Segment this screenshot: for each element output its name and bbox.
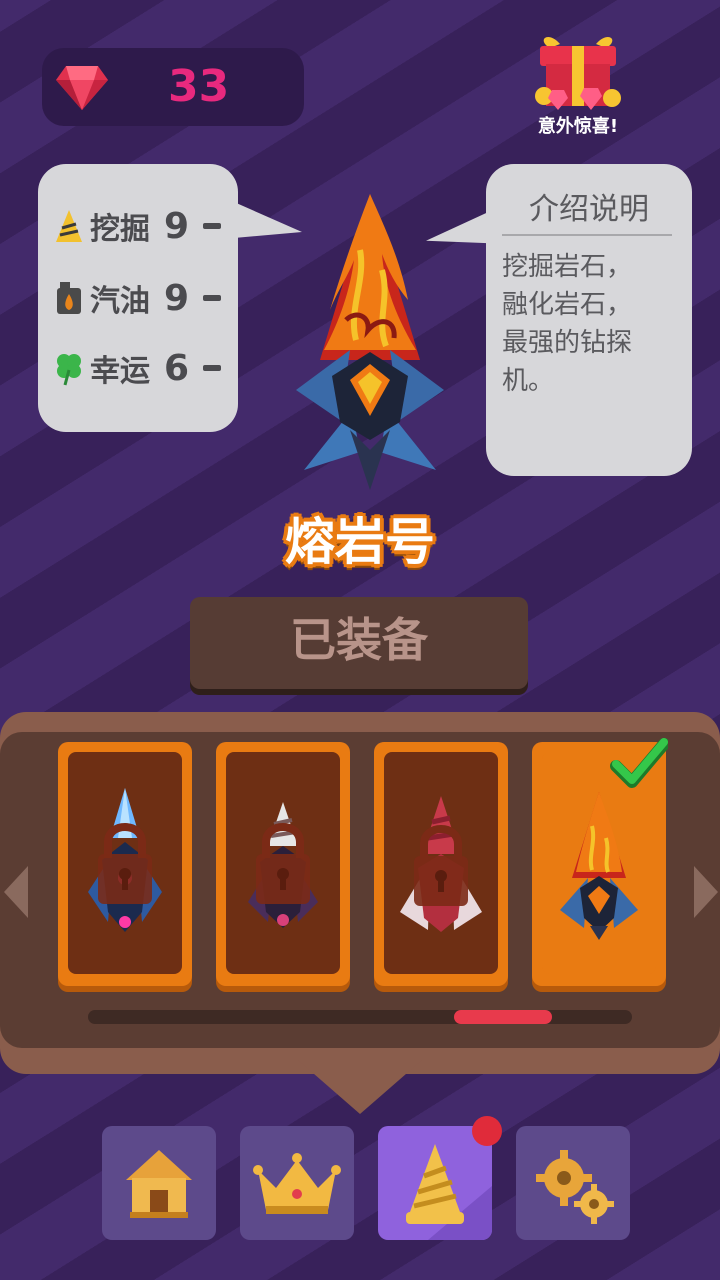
- info-line: 机。: [502, 366, 555, 396]
- notification-badge: [472, 1116, 502, 1146]
- drill-icon: [406, 1144, 492, 1240]
- red-drill-icon: [400, 796, 482, 932]
- crown-icon: [253, 1153, 341, 1214]
- stat-value: 9: [164, 277, 190, 319]
- stat-label: 挖掘: [90, 212, 150, 247]
- stat-value: 6: [164, 347, 190, 389]
- stat-dash: [203, 365, 222, 371]
- info-description: 挖掘岩石， 融化岩石， 最强的钻探 机。: [502, 248, 682, 400]
- drill-name: 熔岩号: [285, 513, 435, 571]
- info-line: 最强的钻探: [502, 328, 633, 358]
- stat-row-luck: 幸运 6: [52, 342, 222, 394]
- carousel-prev-arrow[interactable]: [4, 866, 28, 918]
- drill-card-striped[interactable]: [216, 742, 350, 986]
- stat-row-fuel: 汽油 9: [52, 272, 222, 324]
- equipped-label: 已装备: [290, 613, 428, 667]
- nav-home-button[interactable]: [102, 1126, 216, 1240]
- nav-drill-button[interactable]: [378, 1126, 492, 1240]
- stats-panel: 挖掘 9 汽油 9 幸运 6: [38, 164, 238, 432]
- ruby-gem-icon: [56, 66, 108, 110]
- nav-rank-button[interactable]: [240, 1126, 354, 1240]
- lava-drill-icon: [296, 194, 444, 490]
- info-title: 介绍说明: [529, 192, 649, 227]
- carousel-scroll-track[interactable]: [88, 1010, 632, 1024]
- drill-card-red[interactable]: [374, 742, 508, 986]
- info-line: 挖掘岩石，: [502, 252, 633, 282]
- stat-label: 幸运: [90, 354, 150, 389]
- carousel-pointer: [298, 1060, 422, 1114]
- equipped-button[interactable]: 已装备: [190, 597, 528, 689]
- stat-value: 9: [164, 205, 190, 247]
- info-divider: [502, 234, 672, 236]
- carousel-scroll-thumb[interactable]: [454, 1010, 552, 1024]
- gem-count: 33: [168, 61, 230, 112]
- stat-dash: [203, 295, 222, 301]
- stat-label: 汽油: [90, 284, 150, 319]
- crystal-drill-icon: [88, 788, 162, 932]
- gears-icon: [536, 1150, 614, 1224]
- stat-row-dig: 挖掘 9: [52, 200, 222, 252]
- surprise-gift-button[interactable]: 意外惊喜!: [528, 26, 628, 137]
- info-panel: 介绍说明 挖掘岩石， 融化岩石， 最强的钻探 机。: [486, 164, 692, 476]
- clover-icon: [52, 348, 86, 388]
- fuel-can-icon: [52, 278, 86, 318]
- gift-box-icon: [535, 36, 621, 110]
- carousel-next-arrow[interactable]: [694, 866, 718, 918]
- info-line: 融化岩石，: [502, 290, 633, 320]
- drill-cone-icon: [52, 206, 86, 246]
- house-icon: [126, 1150, 192, 1218]
- drill-card-crystal[interactable]: [58, 742, 192, 986]
- nav-settings-button[interactable]: [516, 1126, 630, 1240]
- striped-drill-icon: [248, 802, 318, 928]
- equipped-check-icon: [610, 738, 668, 788]
- stat-dash: [203, 223, 222, 229]
- gift-label: 意外惊喜!: [537, 116, 619, 137]
- gem-counter: 33: [42, 48, 304, 126]
